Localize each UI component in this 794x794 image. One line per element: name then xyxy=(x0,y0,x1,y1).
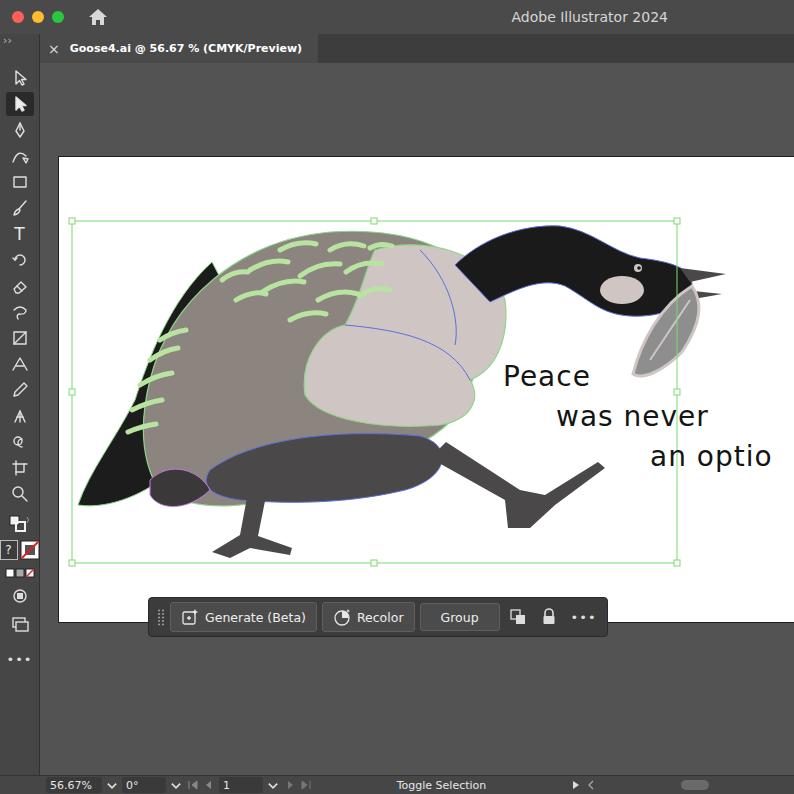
next-last-artboard-icon[interactable] xyxy=(283,778,313,792)
lasso-icon xyxy=(10,302,30,322)
status-info: Toggle Selection xyxy=(316,779,567,792)
screen-mode-icon[interactable] xyxy=(10,614,30,634)
tool-button[interactable] xyxy=(6,248,34,272)
rectangle-icon xyxy=(10,172,30,192)
tool-button[interactable] xyxy=(6,92,34,116)
context-button[interactable]: Recolor xyxy=(322,602,415,632)
curvature-icon xyxy=(10,146,30,166)
text-line[interactable]: Peace xyxy=(503,357,773,397)
tool-button[interactable] xyxy=(6,274,34,298)
rotate-icon xyxy=(10,250,30,270)
tool-button[interactable] xyxy=(6,118,34,142)
recolor-icon xyxy=(333,608,351,626)
shape-builder-icon xyxy=(10,432,30,452)
rotation-dropdown-icon[interactable] xyxy=(169,778,183,792)
tool-button[interactable] xyxy=(6,170,34,194)
tool-button[interactable] xyxy=(6,300,34,324)
tools-panel: ›› T? ••• xyxy=(0,34,40,775)
scrollbar-thumb[interactable] xyxy=(681,780,709,790)
fill-stroke-control[interactable]: ? xyxy=(0,540,40,560)
artboard[interactable]: Peacewas neveran optio xyxy=(59,157,794,622)
selection-icon xyxy=(10,94,30,114)
tool-button[interactable] xyxy=(6,430,34,454)
window-title: Adobe Illustrator 2024 xyxy=(108,9,782,25)
type-tool-label: T xyxy=(14,224,24,244)
width-icon xyxy=(10,354,30,374)
minimize-window-button[interactable] xyxy=(32,11,44,23)
zoom-dropdown-icon[interactable] xyxy=(105,778,119,792)
tool-button[interactable] xyxy=(6,482,34,506)
artboard-number-field[interactable]: 1 xyxy=(219,777,263,793)
title-bar: Adobe Illustrator 2024 xyxy=(0,0,794,34)
gradient-icon xyxy=(10,328,30,348)
draw-mode-icon[interactable] xyxy=(10,586,30,606)
document-tab-bar: × Goose4.ai @ 56.67 % (CMYK/Preview) xyxy=(40,34,794,63)
collapse-toolbar-button[interactable]: ›› xyxy=(0,34,12,48)
artboard-text[interactable]: Peacewas neveran optio xyxy=(503,357,773,477)
goose-illustration[interactable] xyxy=(59,157,794,622)
canvas[interactable]: Peacewas neveran optio Generate (Beta)Rec… xyxy=(40,63,794,775)
horizontal-scrollbar[interactable] xyxy=(600,778,790,792)
eyedropper-icon xyxy=(10,380,30,400)
home-icon[interactable] xyxy=(88,8,108,26)
first-previous-artboard-icon[interactable] xyxy=(186,778,216,792)
rotation-field[interactable]: 0° xyxy=(122,777,166,793)
stroke-none-icon[interactable] xyxy=(20,540,40,560)
puppet-warp-icon xyxy=(10,406,30,426)
direct-selection-icon xyxy=(10,68,30,88)
zoom-level-field[interactable]: 56.67% xyxy=(46,777,102,793)
close-window-button[interactable] xyxy=(12,11,24,23)
eraser-icon xyxy=(10,276,30,296)
pen-icon xyxy=(10,120,30,140)
scroll-left-icon[interactable] xyxy=(585,778,597,792)
tool-button[interactable] xyxy=(6,352,34,376)
fill-stroke-swap-icon[interactable] xyxy=(8,514,32,536)
text-line[interactable]: was never xyxy=(503,397,773,437)
tool-button[interactable] xyxy=(6,196,34,220)
tool-button[interactable] xyxy=(6,404,34,428)
document-tab[interactable]: × Goose4.ai @ 56.67 % (CMYK/Preview) xyxy=(40,34,318,63)
tool-button[interactable] xyxy=(6,326,34,350)
tool-button[interactable]: T xyxy=(6,222,34,246)
context-button[interactable]: Generate (Beta) xyxy=(170,602,317,632)
window-controls xyxy=(12,11,64,23)
illustrator-window: Adobe Illustrator 2024 ›› T? ••• × Goose4.ai … xyxy=(0,0,794,794)
grip-icon[interactable] xyxy=(157,607,165,627)
color-mode-icon[interactable] xyxy=(5,568,35,578)
fill-swatch[interactable]: ? xyxy=(0,540,18,560)
lock-icon[interactable] xyxy=(540,608,558,626)
arrange-icon[interactable] xyxy=(509,608,527,626)
contextual-task-bar: Generate (Beta)RecolorGroup ••• xyxy=(148,597,608,637)
zoom-icon xyxy=(10,484,30,504)
artboard-icon xyxy=(10,458,30,478)
status-bar: 56.67% 0° 1 Toggle Selection xyxy=(0,775,794,794)
tool-button[interactable] xyxy=(6,66,34,90)
tool-button[interactable] xyxy=(6,456,34,480)
document-tab-label: Goose4.ai @ 56.67 % (CMYK/Preview) xyxy=(70,42,302,55)
generate-icon xyxy=(181,608,199,626)
text-line[interactable]: an optio xyxy=(503,437,773,477)
tool-button[interactable] xyxy=(6,378,34,402)
context-button[interactable]: Group xyxy=(420,603,500,631)
status-menu-icon[interactable] xyxy=(570,778,582,792)
tool-button[interactable] xyxy=(6,144,34,168)
maximize-window-button[interactable] xyxy=(52,11,64,23)
edit-toolbar-button[interactable]: ••• xyxy=(6,652,32,667)
paintbrush-icon xyxy=(10,198,30,218)
more-options-button[interactable]: ••• xyxy=(571,610,597,625)
close-tab-button[interactable]: × xyxy=(48,41,60,57)
artboard-dropdown-icon[interactable] xyxy=(266,778,280,792)
